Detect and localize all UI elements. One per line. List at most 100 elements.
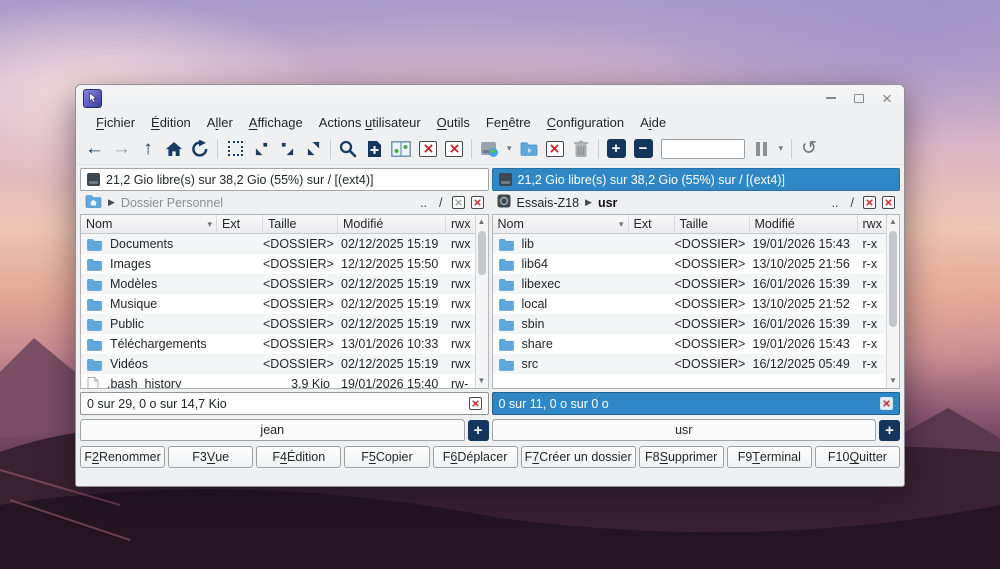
red-x-icon-3[interactable] — [546, 141, 564, 157]
menu-configuration[interactable]: Configuration — [539, 115, 632, 130]
minus-button[interactable]: − — [634, 139, 653, 158]
undo-icon[interactable]: ↺ — [800, 138, 818, 160]
new-tab-button[interactable]: + — [468, 420, 489, 441]
plus-button[interactable]: + — [607, 139, 626, 158]
trash-icon[interactable] — [572, 138, 590, 160]
file-row[interactable]: libexec<DOSSIER>16/01/2026 15:39r-x — [493, 274, 887, 294]
tab-jean[interactable]: jean — [80, 419, 465, 441]
scroll-down-icon[interactable]: ▼ — [476, 374, 488, 388]
new-tab-button[interactable]: + — [879, 420, 900, 441]
fkey-f6-button[interactable]: F6 Déplacer — [433, 446, 518, 468]
column-ext[interactable]: Ext — [629, 215, 675, 233]
column-rwx[interactable]: rwx — [858, 215, 887, 233]
scroll-up-icon[interactable]: ▲ — [887, 215, 899, 229]
breadcrumb-device[interactable]: Essais-Z18 — [517, 196, 580, 210]
invert-selection-icon[interactable] — [304, 138, 322, 160]
column-modifie[interactable]: Modifié — [750, 215, 858, 233]
maximize-button[interactable] — [852, 91, 866, 105]
fkey-f2-button[interactable]: F2 Renommer — [80, 446, 165, 468]
search-icon[interactable] — [339, 138, 357, 160]
crumb-x-red-icon[interactable] — [863, 196, 876, 209]
column-rwx[interactable]: rwx — [446, 215, 475, 233]
mount-drive-icon[interactable] — [480, 138, 499, 160]
file-row[interactable]: Modèles<DOSSIER>02/12/2025 15:19rwx — [81, 274, 475, 294]
status-clear-icon[interactable] — [469, 397, 482, 410]
menu-aide[interactable]: Aide — [632, 115, 674, 130]
new-file-icon[interactable] — [365, 138, 383, 160]
scroll-down-icon[interactable]: ▼ — [887, 374, 899, 388]
window-titlebar[interactable]: × — [76, 85, 904, 111]
fkey-f10-button[interactable]: F10 Quitter — [815, 446, 900, 468]
toolbar-filter-input[interactable] — [661, 139, 745, 159]
select-group-icon[interactable] — [252, 138, 270, 160]
column-taille[interactable]: Taille — [675, 215, 750, 233]
root-dir-link[interactable]: / — [848, 196, 857, 210]
file-row[interactable]: src<DOSSIER>16/12/2025 05:49r-x — [493, 354, 887, 374]
column-nom[interactable]: Nom▾ — [81, 215, 217, 233]
refresh-icon[interactable] — [191, 138, 209, 160]
menu-fen-tre[interactable]: Fenêtre — [478, 115, 539, 130]
tab-usr[interactable]: usr — [492, 419, 877, 441]
up-dir-link[interactable]: .. — [829, 196, 842, 210]
back-icon[interactable]: ← — [85, 138, 104, 160]
unselect-group-icon[interactable] — [278, 138, 296, 160]
home-folder-icon[interactable] — [85, 194, 102, 211]
file-row[interactable]: Images<DOSSIER>12/12/2025 15:50rwx — [81, 254, 475, 274]
column-ext[interactable]: Ext — [217, 215, 263, 233]
menu--dition[interactable]: Édition — [143, 115, 199, 130]
column-nom[interactable]: Nom▾ — [493, 215, 629, 233]
mount-drive-dropdown-icon[interactable]: ▾ — [507, 143, 512, 154]
close-button[interactable]: × — [880, 91, 894, 105]
menu-affichage[interactable]: Affichage — [241, 115, 311, 130]
crumb-x-red-icon[interactable] — [882, 196, 895, 209]
up-dir-link[interactable]: .. — [417, 196, 430, 210]
file-row[interactable]: Public<DOSSIER>02/12/2025 15:19rwx — [81, 314, 475, 334]
menu-aller[interactable]: Aller — [199, 115, 241, 130]
right-disk-info-bar[interactable]: 21,2 Gio libre(s) sur 38,2 Gio (55%) sur… — [492, 168, 901, 191]
up-icon[interactable]: ↑ — [139, 138, 157, 160]
red-x-icon-1[interactable] — [419, 141, 437, 157]
pause-icon[interactable] — [753, 138, 771, 160]
file-row[interactable]: Documents<DOSSIER>02/12/2025 15:19rwx — [81, 234, 475, 254]
status-clear-icon[interactable] — [880, 397, 893, 410]
dual-pane-icon[interactable] — [391, 138, 411, 160]
scroll-thumb[interactable] — [478, 231, 486, 275]
fkey-f8-button[interactable]: F8 Supprimer — [639, 446, 724, 468]
select-all-icon[interactable] — [226, 138, 244, 160]
menu-actions-utilisateur[interactable]: Actions utilisateur — [311, 115, 429, 130]
scroll-up-icon[interactable]: ▲ — [476, 215, 488, 229]
red-x-icon-2[interactable] — [445, 141, 463, 157]
blue-folder-icon[interactable] — [520, 138, 538, 160]
pause-dropdown-icon[interactable]: ▾ — [779, 143, 784, 154]
home-icon[interactable] — [165, 138, 183, 160]
forward-icon[interactable]: → — [112, 138, 131, 160]
right-scrollbar[interactable]: ▲ ▼ — [886, 215, 899, 388]
left-disk-info-bar[interactable]: 21,2 Gio libre(s) sur 38,2 Gio (55%) sur… — [80, 168, 489, 191]
breadcrumb-segment[interactable]: Dossier Personnel — [121, 196, 223, 210]
file-row[interactable]: Vidéos<DOSSIER>02/12/2025 15:19rwx — [81, 354, 475, 374]
minimize-button[interactable] — [824, 91, 838, 105]
fkey-f9-button[interactable]: F9 Terminal — [727, 446, 812, 468]
menu-fichier[interactable]: Fichier — [88, 115, 143, 130]
column-modifie[interactable]: Modifié — [338, 215, 446, 233]
file-row[interactable]: .bash_history3,9 Kio19/01/2026 15:40rw- — [81, 374, 475, 388]
fkey-f3-button[interactable]: F3 Vue — [168, 446, 253, 468]
column-taille[interactable]: Taille — [263, 215, 338, 233]
breadcrumb-segment[interactable]: usr — [598, 196, 617, 210]
file-row[interactable]: Téléchargements<DOSSIER>13/01/2026 10:33… — [81, 334, 475, 354]
file-row[interactable]: share<DOSSIER>19/01/2026 15:43r-x — [493, 334, 887, 354]
fkey-f7-button[interactable]: F7 Créer un dossier — [521, 446, 636, 468]
crumb-x-gray-icon[interactable] — [452, 196, 465, 209]
fkey-f4-button[interactable]: F4 Édition — [256, 446, 341, 468]
device-icon[interactable] — [497, 194, 511, 211]
file-row[interactable]: Musique<DOSSIER>02/12/2025 15:19rwx — [81, 294, 475, 314]
scroll-thumb[interactable] — [889, 231, 897, 327]
file-row[interactable]: lib<DOSSIER>19/01/2026 15:43r-x — [493, 234, 887, 254]
root-dir-link[interactable]: / — [436, 196, 445, 210]
fkey-f5-button[interactable]: F5 Copier — [344, 446, 429, 468]
menu-outils[interactable]: Outils — [429, 115, 478, 130]
left-scrollbar[interactable]: ▲ ▼ — [475, 215, 488, 388]
crumb-x-red-icon[interactable] — [471, 196, 484, 209]
file-row[interactable]: sbin<DOSSIER>16/01/2026 15:39r-x — [493, 314, 887, 334]
file-row[interactable]: lib64<DOSSIER>13/10/2025 21:56r-x — [493, 254, 887, 274]
